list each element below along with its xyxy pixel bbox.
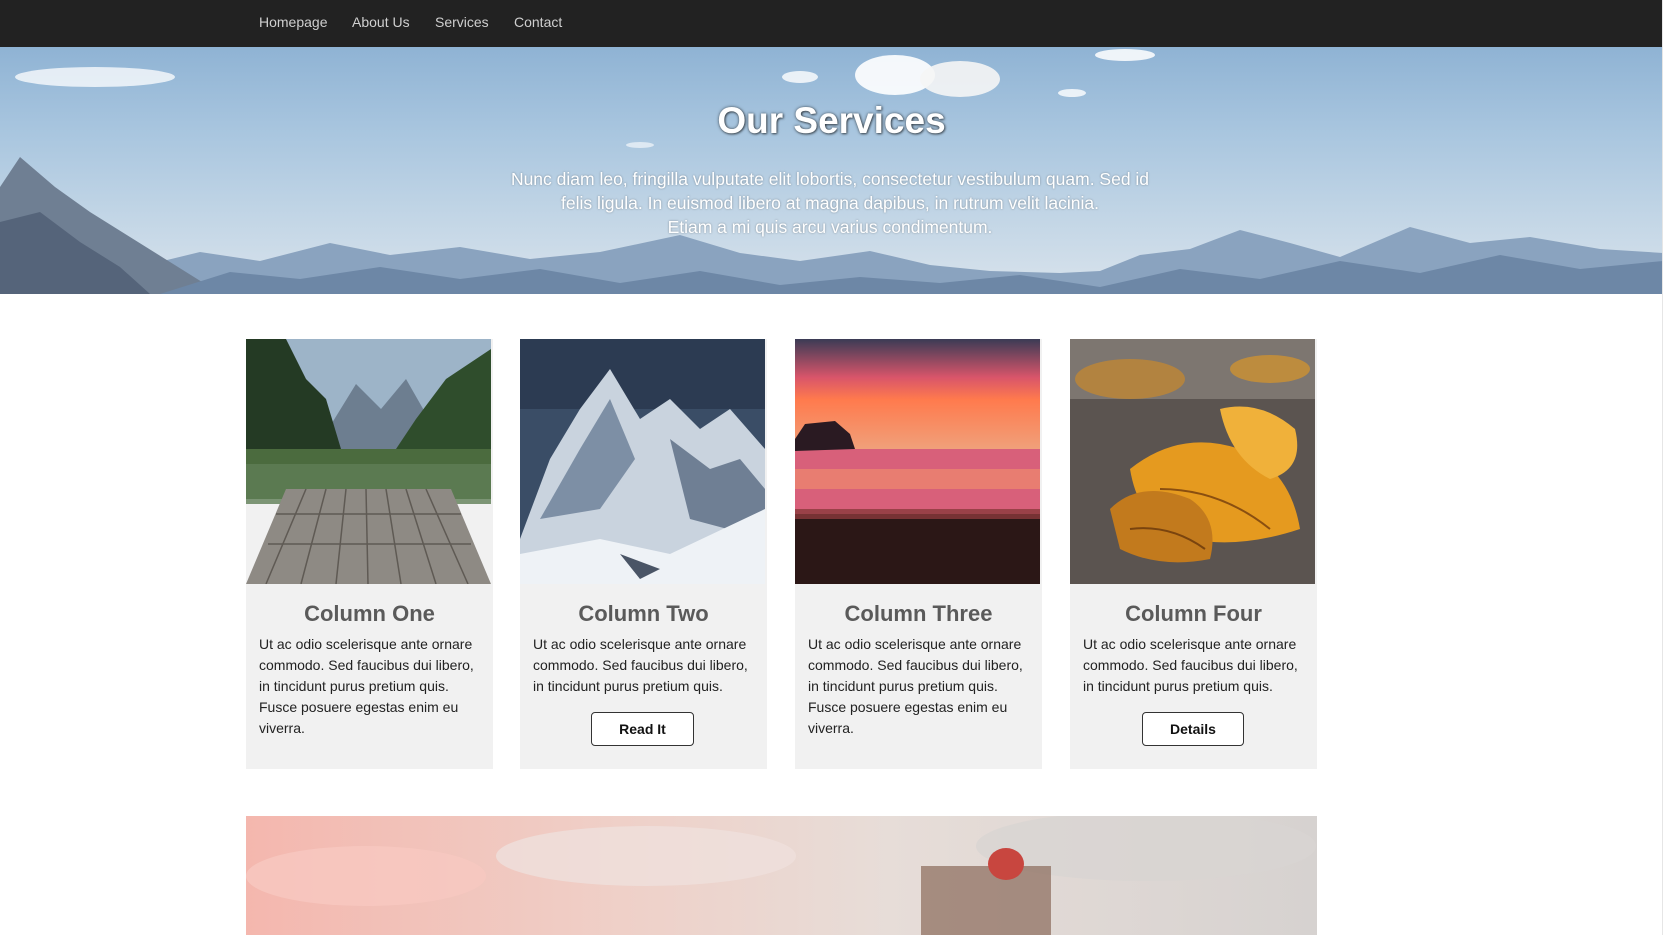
snowy-mountain-photo (520, 339, 765, 584)
bottom-image-banner (246, 816, 1317, 935)
details-button[interactable]: Details (1142, 712, 1244, 746)
hero-description-line: felis ligula. In euismod libero at magna… (561, 193, 1099, 213)
autumn-leaves-photo (1070, 339, 1315, 584)
column-text: Ut ac odio scelerisque ante ornare commo… (533, 636, 748, 694)
column-title: Column Four (1125, 601, 1262, 626)
top-navbar: Homepage About Us Services Contact (0, 0, 1663, 47)
page: Homepage About Us Services Contact Our S… (0, 0, 1663, 935)
nav-link-services[interactable]: Services (435, 14, 489, 30)
nav-link-about-us[interactable]: About Us (352, 14, 410, 30)
bottom-banner-photo (246, 816, 1316, 935)
service-card-one: Column One Ut ac odio scelerisque ante o… (246, 339, 493, 769)
column-text: Ut ac odio scelerisque ante ornare commo… (1083, 636, 1298, 694)
nav-link-contact[interactable]: Contact (514, 14, 562, 30)
column-text: Ut ac odio scelerisque ante ornare commo… (808, 636, 1023, 736)
hero-banner: Our Services Nunc diam leo, fringilla vu… (0, 47, 1663, 294)
hero-title: Our Services (717, 100, 946, 141)
hero-description: Nunc diam leo, fringilla vulputate elit … (490, 167, 1170, 239)
column-title: Column One (304, 601, 435, 626)
column-title: Column Two (578, 601, 709, 626)
nav-link-homepage[interactable]: Homepage (259, 14, 328, 30)
column-title: Column Three (844, 601, 993, 626)
service-card-three: Column Three Ut ac odio scelerisque ante… (795, 339, 1042, 769)
service-card-two: Column Two Ut ac odio scelerisque ante o… (520, 339, 767, 769)
window-edge (1662, 0, 1668, 935)
sunset-beach-photo (795, 339, 1040, 584)
hero-description-line: Nunc diam leo, fringilla vulputate elit … (510, 169, 1150, 189)
read-it-button[interactable]: Read It (591, 712, 694, 746)
lake-pier-forest-photo (246, 339, 491, 584)
service-card-four: Column Four Ut ac odio scelerisque ante … (1070, 339, 1317, 769)
hero-description-line: Etiam a mi quis arcu varius condimentum. (667, 217, 993, 237)
column-text: Ut ac odio scelerisque ante ornare commo… (259, 636, 474, 736)
